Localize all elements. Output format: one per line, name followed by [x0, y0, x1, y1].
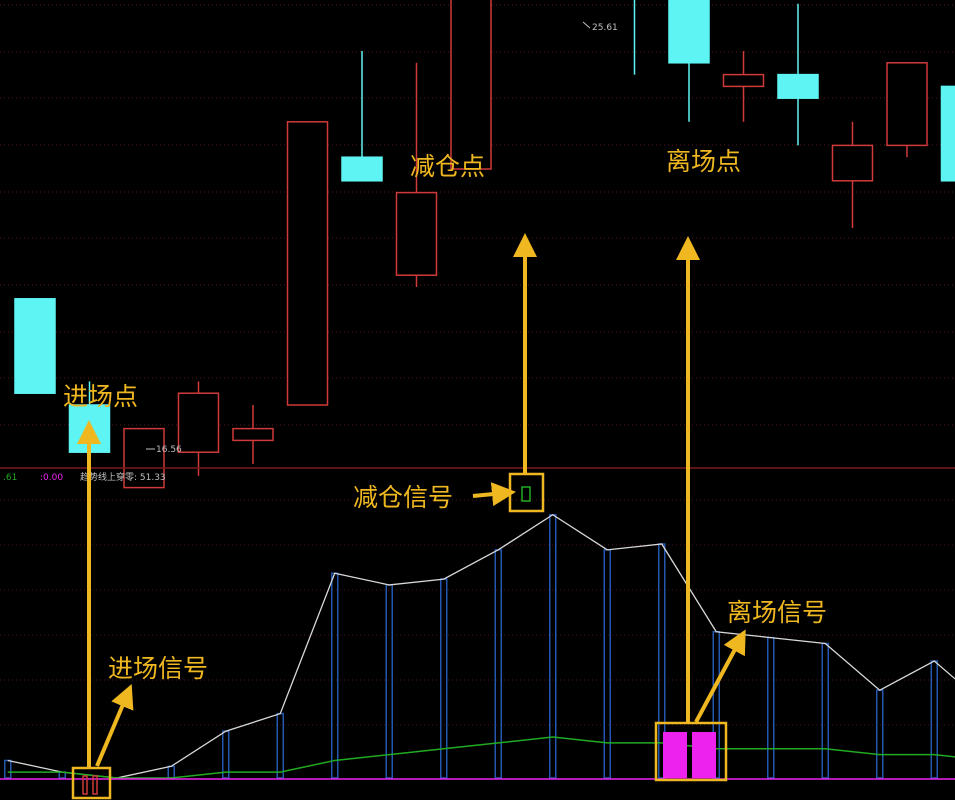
- reduce-point-label: 减仓点: [410, 152, 485, 181]
- entry-point-label: 进场点: [63, 382, 138, 411]
- legend-indicator-text: 趋势线上穿零: 51.33: [80, 471, 166, 483]
- indicator-bar-10: [549, 514, 557, 779]
- candle-13: [722, 51, 765, 122]
- baseline-line: [7, 736, 955, 779]
- legend-value-green: .61: [3, 473, 17, 483]
- candle-3: [177, 381, 220, 476]
- candle-body: [232, 427, 274, 442]
- candle-11: [633, 0, 636, 75]
- candle-body: [286, 121, 329, 406]
- chart-stage: 25.61 16.56 .61 :0.00 趋势线上穿零: 51.33 进场点 …: [0, 0, 955, 800]
- candle-body: [722, 73, 765, 88]
- indicator-bar-4: [222, 730, 230, 779]
- indicator-panel: [0, 499, 955, 795]
- candle-12: [668, 0, 710, 122]
- candlestick-series: [14, 0, 955, 489]
- indicator-bar-15: [821, 642, 829, 779]
- exit-point-label: 离场点: [666, 147, 741, 176]
- indicator-bar-14: [767, 636, 775, 779]
- candle-6: [341, 51, 383, 182]
- candle-4: [232, 405, 274, 464]
- candle-17: [940, 85, 955, 182]
- candle-body: [940, 85, 955, 182]
- indicator-bar-6: [331, 572, 339, 779]
- candle-body: [395, 191, 438, 276]
- candle-body: [450, 0, 492, 170]
- legend-value-magenta: :0.00: [40, 473, 63, 483]
- indicator-bar-16: [876, 689, 884, 779]
- candle-0: [14, 298, 56, 394]
- candle-16: [886, 62, 928, 158]
- exit-signal-label: 离场信号: [727, 598, 827, 627]
- reduce-signal-label: 减仓信号: [353, 483, 453, 512]
- indicator-line: [7, 513, 955, 779]
- annotations: 进场点 减仓点 离场点 进场信号 减仓信号 离场信号: [63, 147, 827, 800]
- exit-signal-bar-right: [692, 732, 716, 778]
- indicator-bar-17: [930, 660, 938, 779]
- reduce-signal-arrow: [472, 482, 516, 507]
- high-price-label: 25.61: [592, 23, 618, 33]
- reduce-signal-bar: [521, 486, 531, 502]
- candle-body: [668, 0, 710, 64]
- kline-chart: 25.61 16.56 .61 :0.00 趋势线上穿零: 51.33 进场点 …: [0, 0, 955, 800]
- candle-body: [341, 156, 383, 182]
- exit-signal-arrow: [694, 629, 746, 723]
- entry-signal-arrow: [95, 683, 134, 767]
- indicator-bar-11: [603, 549, 611, 779]
- entry-signal-box: [71, 766, 112, 800]
- candle-body: [177, 392, 220, 453]
- candle-15: [831, 121, 874, 228]
- entry-signal-label: 进场信号: [108, 654, 208, 683]
- candle-14: [777, 3, 819, 146]
- exit-signal-bar-left: [663, 732, 687, 778]
- indicator-bar-3: [167, 765, 175, 779]
- reduce-signal-box: [508, 472, 545, 513]
- candle-8: [450, 0, 492, 170]
- indicator-legend: .61 :0.00 趋势线上穿零: 51.33: [3, 471, 166, 483]
- candle-body: [14, 298, 56, 394]
- high-price-pointer: [582, 21, 591, 29]
- indicator-bar-5: [276, 712, 284, 779]
- candle-body: [777, 73, 819, 99]
- candle-5: [286, 121, 329, 406]
- indicator-bar-0: [4, 759, 12, 779]
- candle-body: [886, 62, 928, 147]
- indicator-bar-7: [385, 584, 393, 779]
- low-price-label: 16.56: [156, 445, 182, 455]
- candle-body: [831, 144, 874, 182]
